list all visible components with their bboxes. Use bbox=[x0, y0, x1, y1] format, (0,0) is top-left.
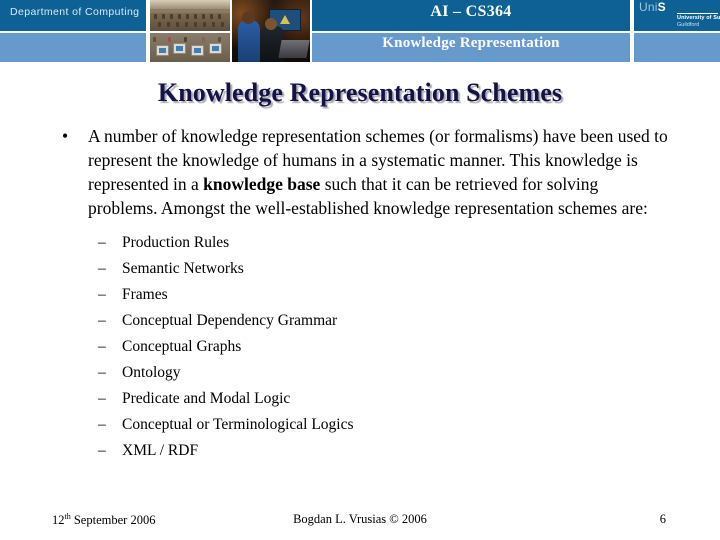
slide-header: Department of Computing AI – CS364 Knowl… bbox=[0, 0, 720, 62]
monitor-icon bbox=[209, 43, 222, 54]
logo-light-band bbox=[634, 33, 720, 62]
person-figure bbox=[238, 11, 260, 62]
monitor-icon bbox=[191, 45, 204, 56]
header-photo-lecture-hall bbox=[150, 0, 230, 31]
main-bullet-paragraph: • A number of knowledge representation sc… bbox=[0, 124, 720, 220]
slide-body: • A number of knowledge representation sc… bbox=[0, 124, 720, 464]
list-item-label: Frames bbox=[122, 286, 168, 303]
department-label: Department of Computing bbox=[10, 6, 140, 18]
list-item-label: Production Rules bbox=[122, 234, 230, 251]
header-left-light-band bbox=[0, 33, 146, 62]
footer-author: Bogdan L. Vrusias © 2006 bbox=[293, 512, 427, 526]
laptop-icon bbox=[278, 40, 310, 58]
list-item-label: Ontology bbox=[122, 364, 181, 381]
logo-rule bbox=[677, 13, 718, 14]
list-item: – Conceptual or Terminological Logics bbox=[0, 412, 720, 438]
list-item: – Predicate and Modal Logic bbox=[0, 386, 720, 412]
dash-marker: – bbox=[98, 338, 106, 355]
list-item-label: Predicate and Modal Logic bbox=[122, 390, 291, 407]
unis-logo-mark: UniS bbox=[639, 1, 666, 13]
list-item: – Ontology bbox=[0, 360, 720, 386]
dash-marker: – bbox=[98, 312, 106, 329]
paragraph-emphasis: knowledge base bbox=[203, 174, 321, 194]
dash-marker: – bbox=[98, 234, 106, 251]
dash-marker: – bbox=[98, 286, 106, 303]
dash-marker: – bbox=[98, 260, 106, 277]
slide-title: Knowledge Representation Schemes bbox=[157, 78, 563, 107]
list-item-label: Conceptual Graphs bbox=[122, 338, 242, 355]
monitor-icon bbox=[173, 43, 186, 54]
dash-marker: – bbox=[98, 442, 106, 459]
dash-marker: – bbox=[98, 364, 106, 381]
header-photo-computer-lab bbox=[150, 33, 230, 62]
list-item: – Production Rules bbox=[0, 230, 720, 256]
photo-audience-row bbox=[150, 22, 230, 28]
list-item-label: XML / RDF bbox=[122, 442, 199, 459]
photo-ceiling bbox=[150, 0, 230, 9]
bullet-marker: • bbox=[62, 126, 69, 146]
list-item: – Conceptual Graphs bbox=[0, 334, 720, 360]
list-item: – Conceptual Dependency Grammar bbox=[0, 308, 720, 334]
dash-marker: – bbox=[98, 416, 106, 433]
slide-footer: 12th September 2006 Bogdan L. Vrusias © … bbox=[0, 512, 720, 534]
list-item: – Frames bbox=[0, 282, 720, 308]
university-name: University of Surrey bbox=[677, 15, 720, 21]
subject-title: Knowledge Representation bbox=[382, 35, 560, 51]
list-item-label: Conceptual or Terminological Logics bbox=[122, 416, 354, 433]
list-item: – XML / RDF bbox=[0, 438, 720, 464]
monitor-icon bbox=[156, 45, 169, 56]
header-photo-students-laptop bbox=[232, 0, 310, 62]
university-city: Guildford bbox=[677, 22, 700, 28]
list-item-label: Semantic Networks bbox=[122, 260, 244, 277]
photo-students-row bbox=[150, 37, 230, 43]
list-item: – Semantic Networks bbox=[0, 256, 720, 282]
unis-logo-prefix: Uni bbox=[639, 0, 658, 14]
dash-marker: – bbox=[98, 390, 106, 407]
course-code-title: AI – CS364 bbox=[430, 3, 512, 20]
unis-logo-suffix: S bbox=[657, 0, 666, 14]
footer-page-number: 6 bbox=[659, 512, 666, 526]
list-item-label: Conceptual Dependency Grammar bbox=[122, 312, 338, 329]
scheme-list: – Production Rules – Semantic Networks – Fr… bbox=[0, 230, 720, 464]
photo-audience-row bbox=[150, 14, 230, 20]
